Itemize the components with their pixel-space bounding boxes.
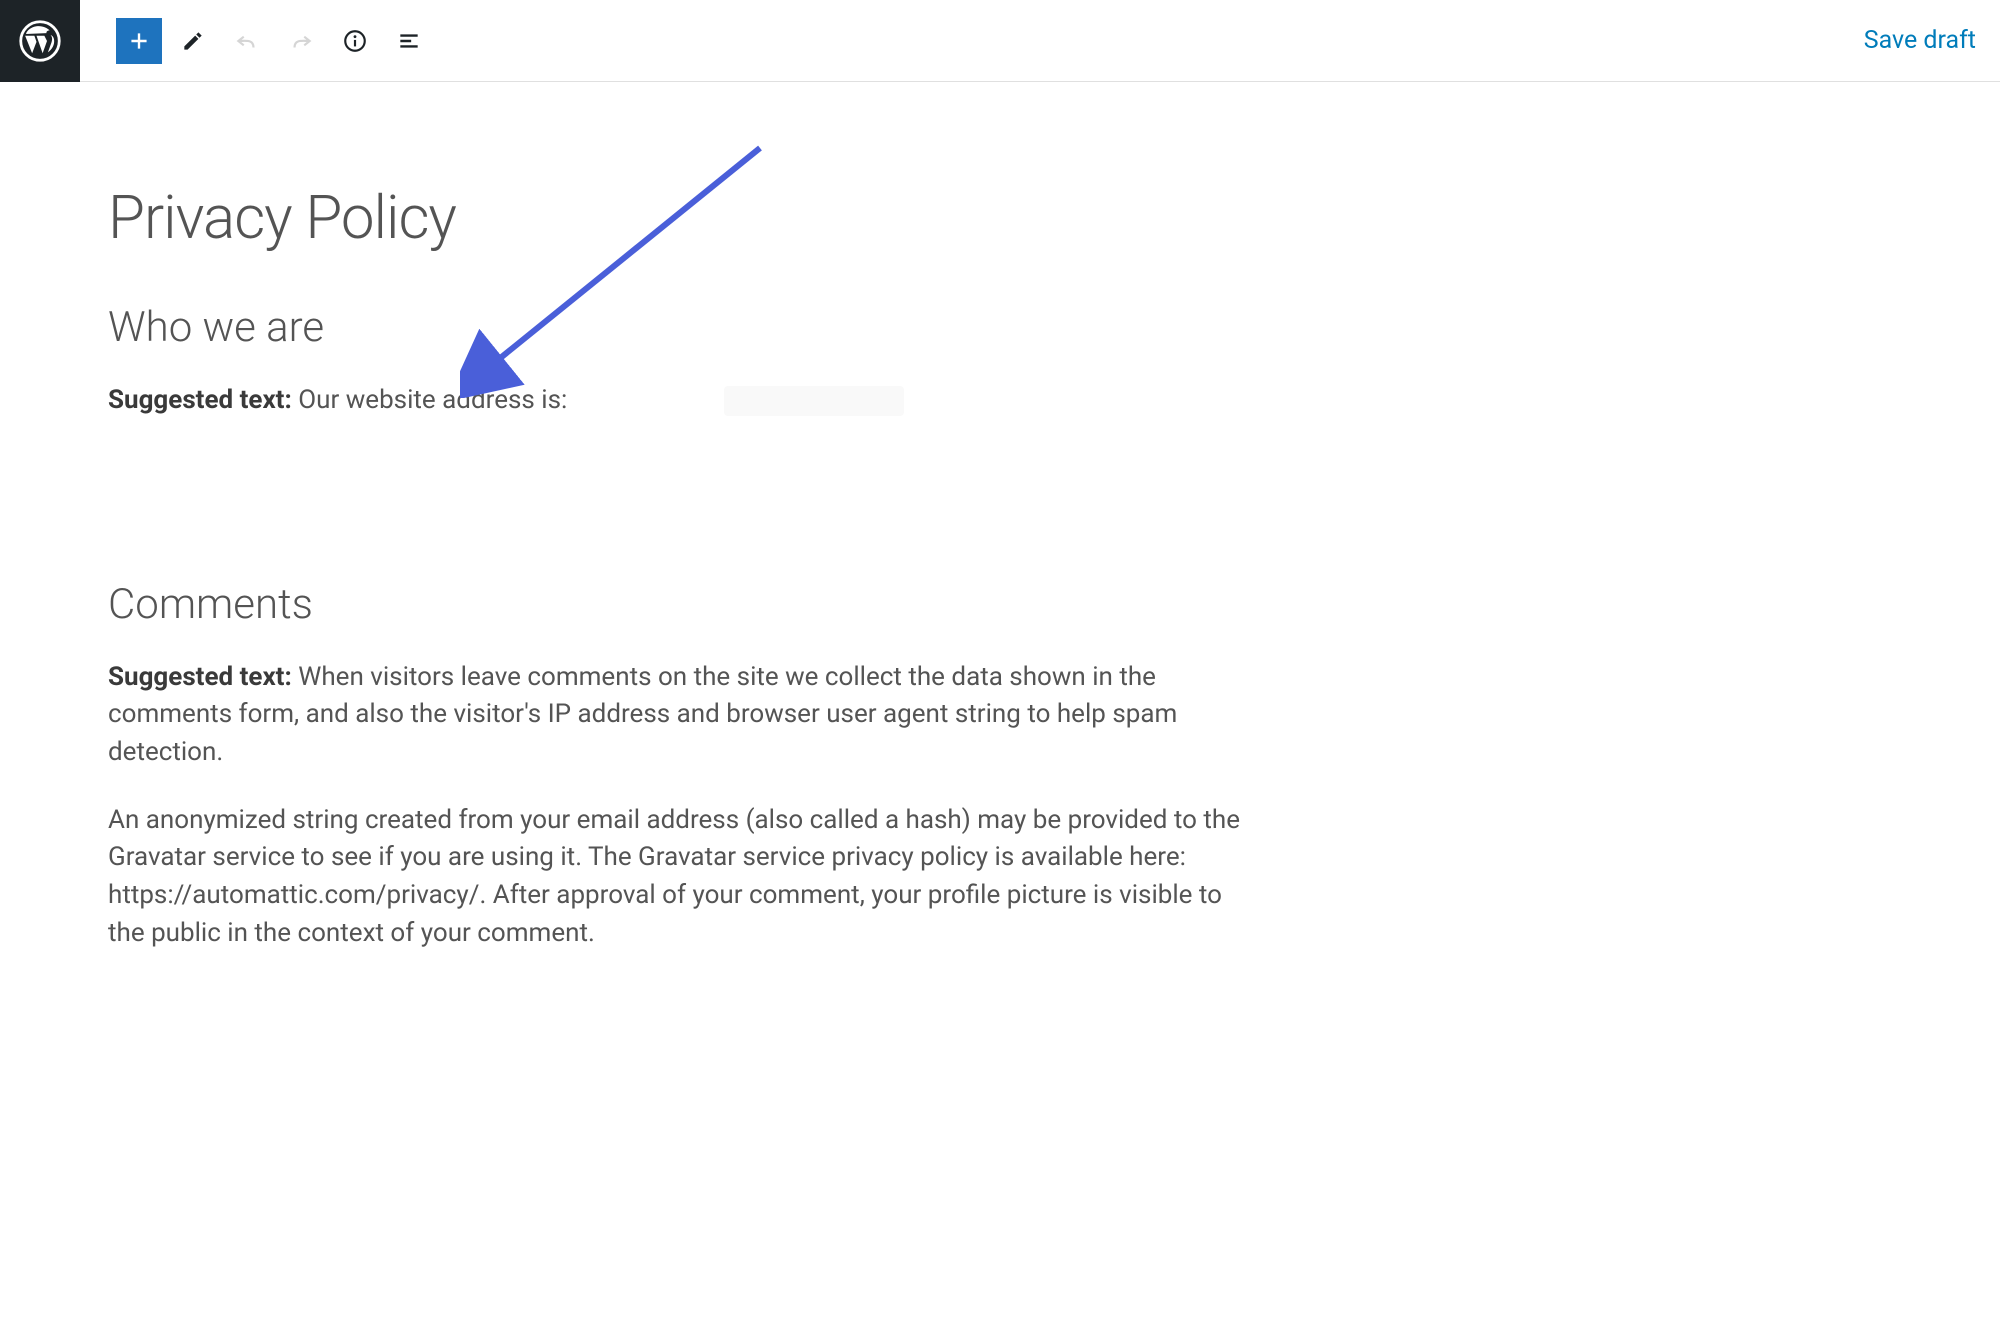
undo-icon: [234, 28, 260, 54]
pencil-icon: [180, 28, 206, 54]
redo-button: [278, 18, 324, 64]
suggested-text-label: Suggested text:: [108, 662, 298, 692]
details-button[interactable]: [332, 18, 378, 64]
editor-top-toolbar: Save draft: [0, 0, 2000, 82]
annotation-arrow: [460, 138, 780, 402]
undo-button: [224, 18, 270, 64]
info-icon: [342, 28, 368, 54]
wordpress-logo-button[interactable]: [0, 0, 80, 82]
outline-button[interactable]: [386, 18, 432, 64]
add-block-button[interactable]: [116, 18, 162, 64]
comments-paragraph-1[interactable]: Suggested text: When visitors leave comm…: [108, 659, 1248, 772]
redo-icon: [288, 28, 314, 54]
save-draft-button[interactable]: Save draft: [1864, 26, 2000, 55]
section-heading-comments[interactable]: Comments: [108, 580, 1248, 629]
toolbar-left-group: [80, 18, 432, 64]
suggested-text-label: Suggested text:: [108, 385, 298, 415]
arrow-icon: [460, 138, 780, 398]
editor-canvas[interactable]: Privacy Policy Who we are Suggested text…: [0, 82, 2000, 953]
plus-icon: [126, 28, 152, 54]
wordpress-icon: [19, 20, 61, 62]
tools-button[interactable]: [170, 18, 216, 64]
comments-paragraph-2[interactable]: An anonymized string created from your e…: [108, 802, 1248, 953]
list-view-icon: [396, 28, 422, 54]
